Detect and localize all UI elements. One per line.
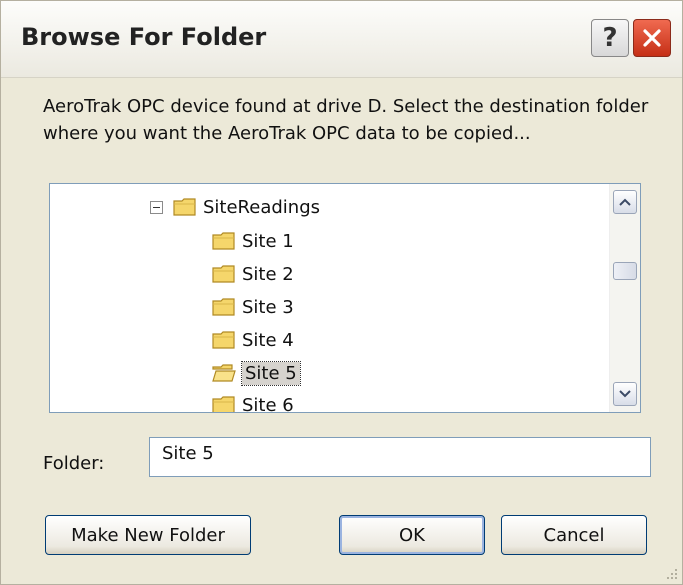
folder-tree[interactable]: SiteReadings Site 1 Site 2 Site 3 Site 4… [49,183,641,413]
folder-icon [212,331,235,349]
tree-item-label-selected: Site 5 [241,360,301,386]
resize-grip-icon[interactable] [664,566,678,580]
close-button[interactable] [633,19,671,57]
tree-item-label: Site 6 [242,394,294,413]
folder-label: Folder: [43,453,105,474]
scroll-down-button[interactable] [613,382,637,406]
tree-item-sitereadings[interactable]: SiteReadings [150,192,320,222]
tree-item-label: SiteReadings [203,196,320,218]
folder-icon [173,198,196,216]
scroll-thumb[interactable] [613,262,637,280]
folder-input[interactable] [149,437,651,477]
cancel-button[interactable]: Cancel [501,515,647,555]
close-icon [643,29,661,47]
tree-item-site-2[interactable]: Site 2 [212,259,294,289]
make-new-folder-button[interactable]: Make New Folder [45,515,251,555]
folder-icon [212,298,235,316]
arrow-down-icon [619,390,631,398]
tree-item-site-6[interactable]: Site 6 [212,390,294,412]
help-button[interactable]: ? [591,19,629,57]
folder-icon [212,265,235,283]
tree-item-site-1[interactable]: Site 1 [212,226,294,256]
arrow-up-icon [619,198,631,206]
vertical-scrollbar[interactable] [609,184,640,412]
collapse-icon[interactable] [150,200,163,214]
folder-icon [212,396,235,412]
scroll-up-button[interactable] [613,190,637,214]
instruction-text: AeroTrak OPC device found at drive D. Se… [43,96,649,144]
tree-item-label: Site 1 [242,230,294,252]
tree-item-site-5[interactable]: Site 5 [212,358,301,388]
ok-button[interactable]: OK [339,515,485,555]
tree-item-label: Site 4 [242,329,294,351]
help-icon: ? [602,23,618,53]
tree-item-label: Site 3 [242,296,294,318]
folder-open-icon [212,364,236,382]
tree-item-label: Site 2 [242,263,294,285]
title-bar[interactable]: Browse For Folder ? [1,1,682,78]
tree-item-site-3[interactable]: Site 3 [212,292,294,322]
browse-for-folder-dialog: Browse For Folder ? AeroTrak OPC device … [0,0,683,585]
folder-icon [212,232,235,250]
tree-item-site-4[interactable]: Site 4 [212,325,294,355]
dialog-title: Browse For Folder [21,23,267,51]
